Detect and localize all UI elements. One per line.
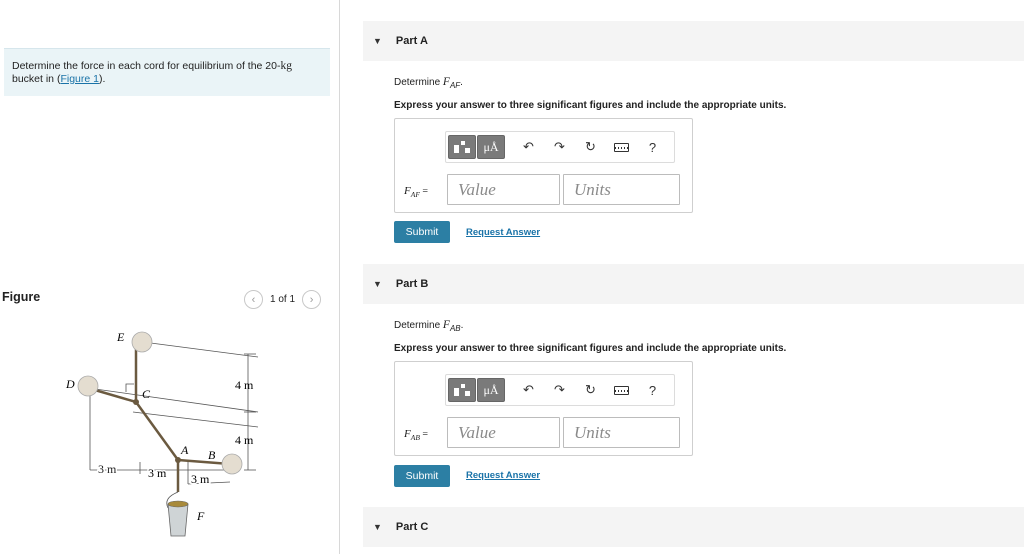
dim-3m-right: 3 m [191,472,210,486]
part-a-answer-box: μÅ ↶ ↷ ↻ ? FAF = Value Units [394,118,693,213]
part-a-submit-button[interactable]: Submit [394,221,450,243]
dim-4m-bottom: 4 m [235,433,254,447]
label-sub: AB [410,433,420,442]
prompt-prefix: Determine [394,320,443,331]
part-b-answer-label: FAB = [404,428,428,442]
reset-icon[interactable]: ↻ [575,139,606,155]
label-e: E [116,330,125,344]
prompt-suffix: . [460,77,463,88]
ring-a [175,457,181,463]
chevron-right-icon[interactable]: › [302,290,322,309]
left-panel: Determine the force in each cord for equ… [0,0,340,554]
part-a-toolbar: μÅ ↶ ↷ ↻ ? [445,131,675,163]
part-a-prompt: Determine FAF. [394,76,994,90]
ref-line-mid [87,387,259,413]
help-icon[interactable]: ? [637,140,668,155]
reset-icon[interactable]: ↻ [575,382,606,398]
undo-icon[interactable]: ↶ [513,382,544,398]
part-a-instructions: Express your answer to three significant… [394,100,787,111]
part-b-header[interactable]: ▼ Part B [363,264,1024,304]
part-a-title: Part A [395,35,428,47]
part-a-answer-label: FAF = [404,185,428,199]
part-b-submit-button[interactable]: Submit [394,465,450,487]
prompt-sub: AF [449,81,461,90]
right-panel: ▼ Part A Determine FAF. Express your ans… [341,0,1024,554]
figure-link[interactable]: Figure 1 [60,73,99,85]
prompt-var: F [442,76,450,88]
part-b-toolbar: μÅ ↶ ↷ ↻ ? [445,374,675,406]
label-b: B [208,448,216,462]
part-b-instructions: Express your answer to three significant… [394,343,787,354]
chevron-left-icon[interactable]: ‹ [244,290,263,309]
part-a-body: Determine FAF. Express your answer to th… [394,76,994,111]
label-d: D [65,377,75,391]
figure-heading: Figure [2,290,41,304]
anchor-e [131,331,153,353]
ref-line-top [142,341,259,358]
part-b-prompt: Determine FAB. [394,319,994,333]
label-var: F [404,428,411,440]
help-icon[interactable]: ? [637,383,668,398]
part-c-title: Part C [395,521,429,533]
templates-icon[interactable] [448,135,476,159]
label-a: A [180,443,189,457]
caret-down-icon: ▼ [373,36,382,46]
equals-sign: = [419,186,429,197]
anchor-d [77,375,99,397]
part-a-request-answer-link[interactable]: Request Answer [466,227,540,238]
prompt-prefix: Determine [394,77,443,88]
ring-c [133,399,139,405]
label-f: F [196,509,205,523]
problem-text-after: bucket in ( [12,73,61,85]
keyboard-icon[interactable] [606,383,637,398]
part-a-value-input[interactable]: Value [447,174,560,205]
label-var: F [404,185,411,197]
redo-icon[interactable]: ↷ [544,139,575,155]
problem-text-end: ). [98,73,106,85]
prompt-suffix: . [460,320,464,331]
keyboard-icon[interactable] [606,140,637,155]
part-b-title: Part B [395,278,429,290]
part-b-body: Determine FAB. Express your answer to th… [394,319,994,354]
label-sub: AF [410,190,420,199]
equilibrium-figure: E D C A B F 4 m 4 m 3 m 3 m 3 m [65,330,259,537]
units-icon[interactable]: μÅ [477,135,505,159]
dim-3m-left: 3 m [98,462,117,476]
figure-pager: ‹ 1 of 1 › [244,290,322,309]
pager-text: 1 of 1 [270,294,296,305]
part-b-value-input[interactable]: Value [447,417,560,448]
problem-unit: kg [280,60,292,72]
equals-sign: = [419,429,429,440]
prompt-var: F [442,319,450,331]
part-a-header[interactable]: ▼ Part A [363,21,1024,61]
bucket-icon [167,503,189,537]
redo-icon[interactable]: ↷ [544,382,575,398]
label-c: C [142,387,151,401]
part-b-units-input[interactable]: Units [563,417,680,448]
units-icon[interactable]: μÅ [477,378,505,402]
problem-text: Determine the force in each cord for equ… [12,60,281,72]
part-b-answer-box: μÅ ↶ ↷ ↻ ? FAB = Value Units [394,361,693,456]
part-b-request-answer-link[interactable]: Request Answer [466,470,540,481]
templates-icon[interactable] [448,378,476,402]
caret-down-icon: ▼ [373,522,382,532]
anchor-b [221,453,243,475]
undo-icon[interactable]: ↶ [513,139,544,155]
dim-4m-top: 4 m [235,378,254,392]
cord-ac [134,401,180,461]
part-a-units-input[interactable]: Units [563,174,680,205]
caret-down-icon: ▼ [373,279,382,289]
prompt-sub: AB [449,324,461,333]
problem-statement: Determine the force in each cord for equ… [4,48,330,96]
dim-3m-mid: 3 m [148,466,167,480]
part-c-header[interactable]: ▼ Part C [363,507,1024,547]
